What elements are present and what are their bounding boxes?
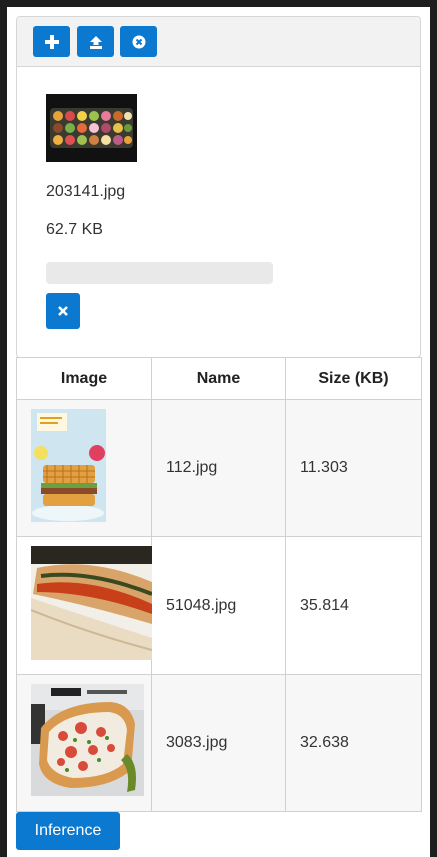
upload-progress-bar	[46, 262, 273, 284]
hotdog-image	[31, 546, 152, 660]
file-name-cell: 112.jpg	[151, 399, 286, 537]
remove-file-button[interactable]	[46, 293, 80, 329]
file-size-cell: 11.303	[285, 399, 422, 537]
add-file-button[interactable]	[33, 26, 70, 57]
file-name-cell: 3083.jpg	[151, 674, 286, 812]
file-size: 62.7 KB	[46, 221, 103, 238]
file-size-cell: 35.814	[285, 536, 422, 675]
macarons-image	[46, 94, 137, 162]
file-name: 203141.jpg	[46, 183, 126, 200]
close-icon	[58, 306, 68, 316]
plus-icon	[44, 34, 59, 49]
image-cell	[16, 399, 152, 537]
table-row[interactable]: 112.jpg 11.303	[16, 399, 422, 537]
table-header-row: Image Name Size (KB)	[16, 357, 422, 400]
image-cell	[16, 536, 152, 675]
column-header-size: Size (KB)	[285, 357, 422, 400]
page: 203141.jpg 62.7 KB Image Name Size (KB)	[7, 7, 430, 857]
clear-button[interactable]	[120, 26, 157, 57]
files-table: Image Name Size (KB) 112.jpg 11.303 5104…	[16, 357, 422, 812]
uploader-toolbar	[17, 17, 420, 67]
upload-icon	[89, 35, 102, 49]
column-header-name: Name	[151, 357, 286, 400]
file-size-cell: 32.638	[285, 674, 422, 812]
circle-x-icon	[132, 35, 145, 48]
file-uploader: 203141.jpg 62.7 KB	[16, 16, 421, 358]
table-row[interactable]: 51048.jpg 35.814	[16, 536, 422, 675]
inference-button[interactable]: Inference	[16, 812, 120, 850]
file-name-cell: 51048.jpg	[151, 536, 286, 675]
image-cell	[16, 674, 152, 812]
lobster-roll-image	[31, 684, 144, 796]
table-row[interactable]: 3083.jpg 32.638	[16, 674, 422, 812]
waffle-sandwich-image	[31, 409, 106, 522]
upload-button[interactable]	[77, 26, 114, 57]
column-header-image: Image	[16, 357, 152, 400]
